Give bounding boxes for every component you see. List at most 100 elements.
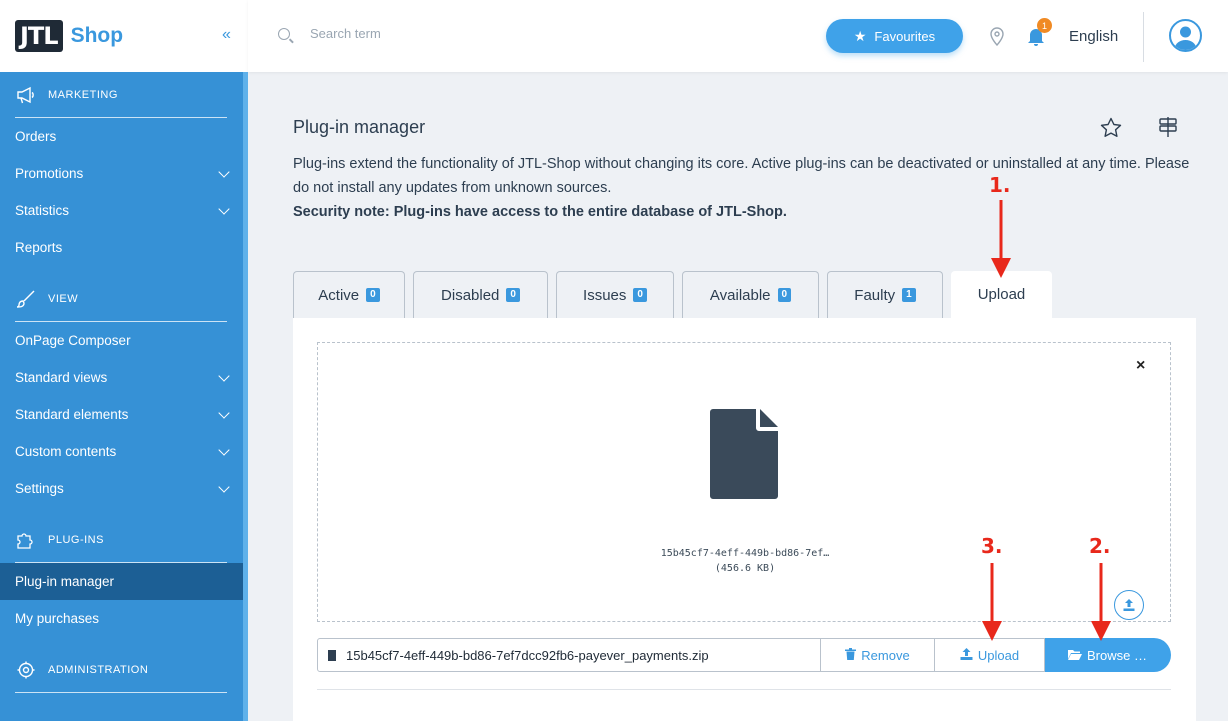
tab-active[interactable]: Active 0	[293, 271, 405, 318]
notification-count-badge: 1	[1037, 18, 1052, 33]
sidebar-item-orders[interactable]: Orders	[0, 118, 248, 155]
megaphone-icon	[15, 85, 37, 105]
section-label: VIEW	[48, 292, 79, 305]
sidebar-item-label: Orders	[15, 129, 57, 144]
sidebar-item-label: Plug-in manager	[15, 574, 115, 589]
sidebar-item-onpage-composer[interactable]: OnPage Composer	[0, 322, 248, 359]
section-label: PLUG-INS	[48, 533, 104, 546]
file-icon	[710, 409, 778, 504]
count-badge: 0	[506, 288, 520, 302]
sidebar-item-my-purchases[interactable]: My purchases	[0, 600, 248, 637]
page-title: Plug-in manager	[293, 117, 426, 137]
signpost-icon[interactable]	[1158, 116, 1178, 143]
section-label: ADMINISTRATION	[48, 663, 149, 676]
divider	[317, 689, 1171, 690]
count-badge: 0	[633, 288, 647, 302]
search-input[interactable]	[310, 26, 710, 41]
tab-label: Active	[318, 286, 360, 304]
brand-header: JTL Shop «	[0, 0, 248, 72]
header-divider	[1143, 12, 1144, 62]
security-note: Security note: Plug-ins have access to t…	[293, 204, 787, 220]
puzzle-icon	[15, 530, 37, 550]
sidebar-item-plug-in-manager[interactable]: Plug-in manager	[0, 563, 243, 600]
brush-icon	[15, 289, 37, 309]
trash-icon	[845, 647, 857, 663]
sidebar-item-settings[interactable]: Settings	[0, 470, 248, 507]
remove-button[interactable]: Remove	[821, 638, 935, 672]
sidebar-item-label: Standard views	[15, 370, 108, 385]
browse-button[interactable]: Browse …	[1045, 638, 1171, 672]
sidebar-item-label: My purchases	[15, 611, 100, 626]
annotation-step-2: 2.	[1089, 534, 1111, 558]
gear-icon	[15, 660, 37, 680]
chevron-down-icon	[218, 369, 230, 382]
logo-mark[interactable]: JTL	[15, 20, 63, 52]
sidebar-item-standard-elements[interactable]: Standard elements	[0, 396, 248, 433]
sidebar-item-statistics[interactable]: Statistics	[0, 192, 248, 229]
sidebar-item-label: Settings	[15, 481, 64, 496]
section-label: MARKETING	[48, 88, 118, 101]
preview-file-size: (456.6 KB)	[714, 563, 776, 574]
chevron-down-icon	[218, 406, 230, 419]
top-header: ★ Favourites 1 English	[248, 0, 1228, 72]
folder-open-icon	[1068, 648, 1083, 663]
chevron-down-icon	[218, 165, 230, 178]
sidebar-item-reports[interactable]: Reports	[0, 229, 248, 266]
sidebar-item-standard-views[interactable]: Standard views	[0, 359, 248, 396]
sidebar-item-label: Promotions	[15, 166, 84, 181]
location-pin-icon[interactable]	[988, 26, 1006, 51]
selected-file-name: 15b45cf7-4eff-449b-bd86-7ef7dcc92fb6-pay…	[346, 647, 709, 663]
upload-icon	[960, 647, 973, 663]
selected-file-field[interactable]: 15b45cf7-4eff-449b-bd86-7ef7dcc92fb6-pay…	[317, 638, 821, 672]
logo-text[interactable]: Shop	[71, 24, 124, 48]
sidebar-item-label: Statistics	[15, 203, 70, 218]
file-input-group: 15b45cf7-4eff-449b-bd86-7ef7dcc92fb6-pay…	[317, 638, 1171, 672]
favourite-star-icon[interactable]	[1100, 117, 1122, 143]
section-view: VIEW	[15, 276, 227, 322]
favourites-button[interactable]: ★ Favourites	[826, 19, 963, 53]
upload-label: Upload	[977, 647, 1020, 663]
section-plug-ins: PLUG-INS	[15, 517, 227, 563]
page-description: Plug-ins extend the functionality of JTL…	[293, 156, 1190, 196]
count-badge: 0	[777, 288, 792, 302]
favourites-label: Favourites	[874, 28, 936, 44]
sidebar-item-label: Custom contents	[15, 444, 117, 459]
annotation-arrow-1	[991, 200, 1011, 278]
tab-label: Disabled	[441, 286, 500, 304]
sidebar-nav: MARKETING Orders Promotions Statistics R…	[0, 72, 248, 693]
count-badge: 0	[366, 288, 380, 302]
upload-circle-icon[interactable]	[1114, 590, 1144, 620]
chevron-down-icon	[218, 480, 230, 493]
chevron-down-icon	[218, 202, 230, 215]
tab-available[interactable]: Available 0	[682, 271, 819, 318]
section-marketing: MARKETING	[15, 72, 227, 118]
sidebar-item-label: Reports	[15, 240, 63, 255]
language-selector[interactable]: English	[1069, 28, 1118, 45]
annotation-arrow-2	[1091, 563, 1111, 641]
collapse-sidebar-icon[interactable]: «	[222, 26, 231, 44]
file-dropzone[interactable]: × 15b45cf7-4eff-449b-bd86-7ef… (456.6 KB…	[317, 342, 1171, 622]
count-badge: 1	[902, 288, 916, 302]
sidebar-item-promotions[interactable]: Promotions	[0, 155, 248, 192]
tab-issues[interactable]: Issues 0	[556, 271, 674, 318]
upload-button[interactable]: Upload	[935, 638, 1045, 672]
tab-label: Available	[709, 286, 771, 304]
tab-label: Issues	[583, 286, 627, 304]
document-icon	[328, 649, 336, 661]
remove-label: Remove	[861, 647, 910, 663]
preview-file-name: 15b45cf7-4eff-449b-bd86-7ef…	[660, 548, 830, 559]
tab-faulty[interactable]: Faulty 1	[827, 271, 943, 318]
search-icon	[278, 28, 290, 40]
upload-panel: × 15b45cf7-4eff-449b-bd86-7ef… (456.6 KB…	[293, 318, 1196, 721]
section-administration: ADMINISTRATION	[15, 647, 227, 693]
avatar[interactable]	[1169, 19, 1202, 52]
sidebar-item-label: Standard elements	[15, 407, 129, 422]
tab-disabled[interactable]: Disabled 0	[413, 271, 548, 318]
chevron-down-icon	[218, 443, 230, 456]
sidebar-item-custom-contents[interactable]: Custom contents	[0, 433, 248, 470]
close-icon[interactable]: ×	[1136, 357, 1145, 375]
annotation-arrow-3	[982, 563, 1002, 641]
browse-label: Browse …	[1087, 647, 1147, 663]
sidebar-item-label: OnPage Composer	[15, 333, 131, 348]
tab-label: Upload	[977, 286, 1026, 303]
